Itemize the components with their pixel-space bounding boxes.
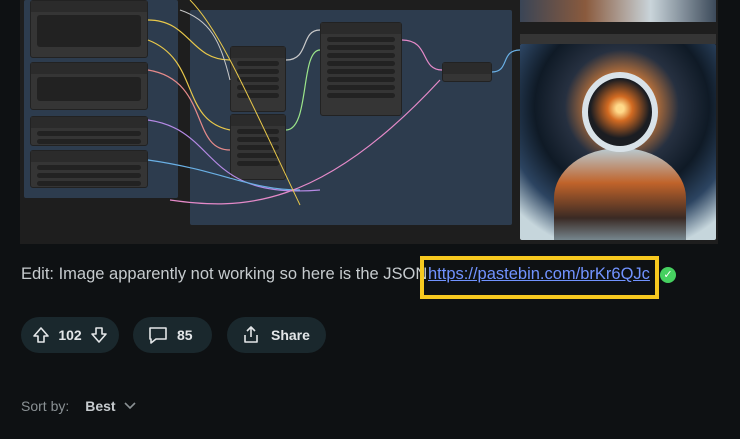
sort-dropdown[interactable]: Best xyxy=(85,398,136,414)
vote-count: 102 xyxy=(58,327,82,343)
sort-value: Best xyxy=(85,398,116,414)
comments-button[interactable]: 85 xyxy=(133,317,212,353)
preview-image-header xyxy=(520,34,716,44)
sort-label: Sort by: xyxy=(21,398,70,414)
share-icon xyxy=(241,325,261,345)
astronaut-helmet xyxy=(582,72,658,152)
arrow-up-icon[interactable] xyxy=(31,325,51,345)
comment-bubble-icon xyxy=(147,325,167,345)
check-circle-icon: ✓ xyxy=(660,267,676,283)
astronaut-output-image xyxy=(520,44,716,240)
sort-control: Sort by: Best xyxy=(21,398,136,414)
post-image[interactable] xyxy=(20,0,718,244)
post-edit-text: Edit: Image apparently not working so he… xyxy=(21,265,428,283)
top-output-image xyxy=(520,0,716,22)
comment-count: 85 xyxy=(177,327,193,343)
share-button[interactable]: Share xyxy=(227,317,326,353)
arrow-down-icon[interactable] xyxy=(89,325,109,345)
pastebin-link[interactable]: https://pastebin.com/brKr6QJc xyxy=(428,265,650,284)
share-label: Share xyxy=(271,327,310,343)
vote-control: 102 xyxy=(21,317,119,353)
chevron-down-icon xyxy=(124,402,136,410)
astronaut-suit xyxy=(554,148,686,240)
